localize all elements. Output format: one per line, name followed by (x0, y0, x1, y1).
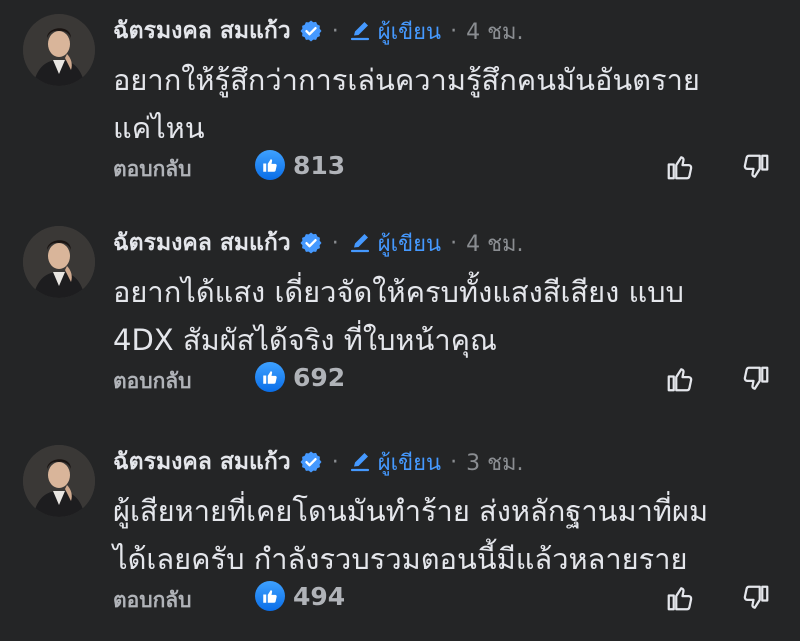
avatar-photo (23, 445, 95, 517)
comment-text: ผู้เสียหายที่เคยโดนมันทำร้าย ส่งหลักฐานม… (113, 494, 709, 576)
like-count: 494 (293, 581, 346, 611)
separator-dot: · (450, 449, 458, 475)
comment-header: ฉัตรมงคล สมแก้ว · ผู้เขียน · 4 ชม. (113, 14, 524, 48)
downvote-icon[interactable] (739, 362, 773, 396)
author-role-label: ผู้เขียน (377, 19, 442, 45)
separator-dot: · (450, 18, 458, 44)
reaction-summary[interactable]: 813 (255, 150, 345, 180)
verified-badge-icon (299, 19, 323, 43)
separator-dot: · (331, 230, 339, 256)
separator-dot: · (450, 230, 458, 256)
avatar[interactable] (23, 445, 95, 517)
upvote-icon[interactable] (663, 150, 697, 184)
avatar[interactable] (23, 226, 95, 298)
avatar[interactable] (23, 14, 95, 86)
author-role-badge: ผู้เขียน (348, 14, 441, 49)
author-role-badge: ผู้เขียน (348, 226, 441, 261)
reaction-summary[interactable]: 494 (255, 581, 345, 611)
comment-actions: ตอบกลับ 494 (113, 581, 783, 617)
reply-button[interactable]: ตอบกลับ (113, 153, 192, 186)
like-reaction-icon (255, 581, 285, 611)
upvote-icon[interactable] (663, 581, 697, 615)
reply-button[interactable]: ตอบกลับ (113, 584, 192, 617)
reaction-summary[interactable]: 692 (255, 362, 345, 392)
like-reaction-icon (255, 362, 285, 392)
upvote-icon[interactable] (663, 362, 697, 396)
pencil-icon (348, 19, 372, 43)
author-role-label: ผู้เขียน (377, 231, 442, 257)
downvote-icon[interactable] (739, 581, 773, 615)
pencil-icon (348, 450, 372, 474)
author-role-badge: ผู้เขียน (348, 445, 441, 480)
comment-actions: ตอบกลับ 813 (113, 150, 783, 186)
author-name[interactable]: ฉัตรมงคล สมแก้ว (113, 444, 291, 480)
comment-text: อยากให้รู้สึกว่าการเล่นความรู้สึกคนมันอั… (113, 63, 700, 145)
like-reaction-icon (255, 150, 285, 180)
verified-badge-icon (299, 231, 323, 255)
author-name[interactable]: ฉัตรมงคล สมแก้ว (113, 13, 291, 49)
separator-dot: · (331, 18, 339, 44)
comment-header: ฉัตรมงคล สมแก้ว · ผู้เขียน · 3 ชม. (113, 445, 524, 479)
like-count: 692 (293, 362, 346, 392)
like-count: 813 (293, 150, 346, 180)
comment-timestamp[interactable]: 4 ชม. (466, 14, 523, 49)
verified-badge-icon (299, 450, 323, 474)
comment-item: ฉัตรมงคล สมแก้ว · ผู้เขียน · 4 ชม. อยากไ… (0, 212, 800, 422)
comment-actions: ตอบกลับ 692 (113, 362, 783, 398)
comment-timestamp[interactable]: 3 ชม. (466, 445, 523, 480)
pencil-icon (348, 231, 372, 255)
separator-dot: · (331, 449, 339, 475)
avatar-photo (23, 14, 95, 86)
comment-text: อยากได้แสง เดี่ยวจัดให้ครบทั้งแสงสีเสียง… (113, 275, 684, 357)
downvote-icon[interactable] (739, 150, 773, 184)
comment-item: ฉัตรมงคล สมแก้ว · ผู้เขียน · 3 ชม. ผู้เส… (0, 431, 800, 641)
reply-button[interactable]: ตอบกลับ (113, 365, 192, 398)
comment-item: ฉัตรมงคล สมแก้ว · ผู้เขียน · 4 ชม. อยากใ… (0, 0, 800, 210)
comment-timestamp[interactable]: 4 ชม. (466, 226, 523, 261)
author-role-label: ผู้เขียน (377, 450, 442, 476)
comment-header: ฉัตรมงคล สมแก้ว · ผู้เขียน · 4 ชม. (113, 226, 524, 260)
author-name[interactable]: ฉัตรมงคล สมแก้ว (113, 225, 291, 261)
avatar-photo (23, 226, 95, 298)
